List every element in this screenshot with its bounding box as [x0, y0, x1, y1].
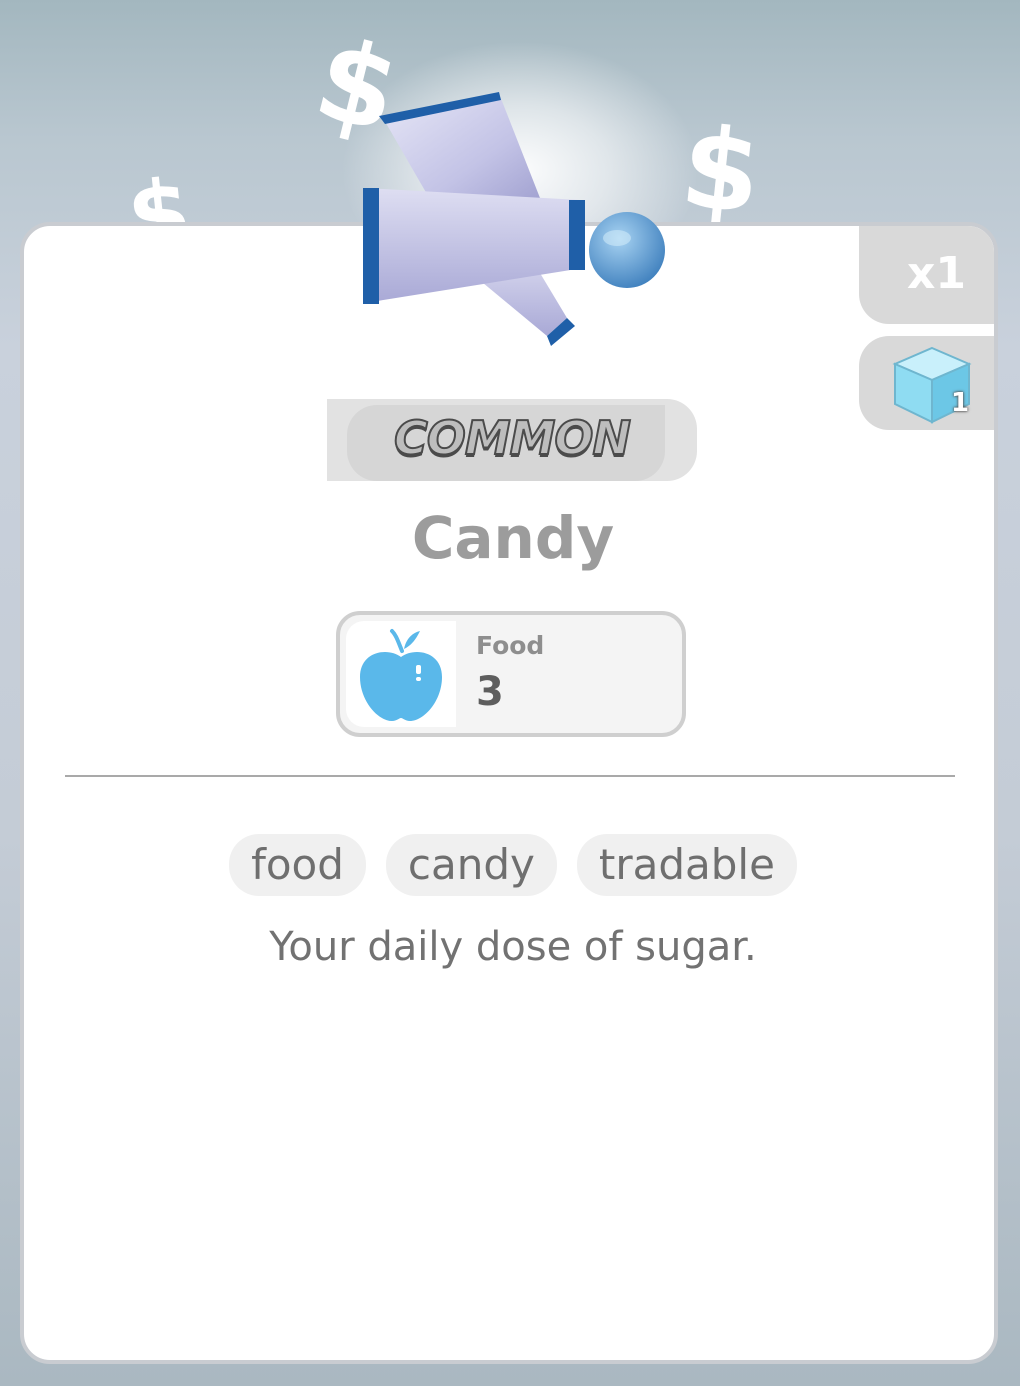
tag-tradable: tradable [576, 834, 797, 896]
quantity-label: x1 [907, 248, 966, 299]
item-name: Candy [411, 504, 615, 572]
tag-candy: candy [385, 834, 557, 896]
stat-label: Food [476, 631, 545, 660]
cube-tab[interactable]: 1 [859, 336, 994, 430]
quantity-tab: x1 [859, 226, 994, 324]
candy-wrapper-icon [355, 88, 675, 353]
divider [65, 775, 955, 777]
tag-list: food candy tradable [24, 834, 994, 896]
rarity-badge: COMMON [327, 399, 697, 481]
apple-icon [346, 621, 456, 727]
item-detail-card: x1 1 COMMON Candy Food 3 food candy trad… [20, 222, 998, 1364]
dollar-sign-icon: $ [675, 102, 767, 240]
stat-value: 3 [476, 669, 504, 715]
cube-count: 1 [951, 388, 970, 418]
tag-food: food [229, 834, 366, 896]
item-description: Your daily dose of sugar. [269, 924, 757, 970]
food-stat: Food 3 [336, 611, 686, 737]
rarity-label: COMMON [393, 410, 632, 466]
